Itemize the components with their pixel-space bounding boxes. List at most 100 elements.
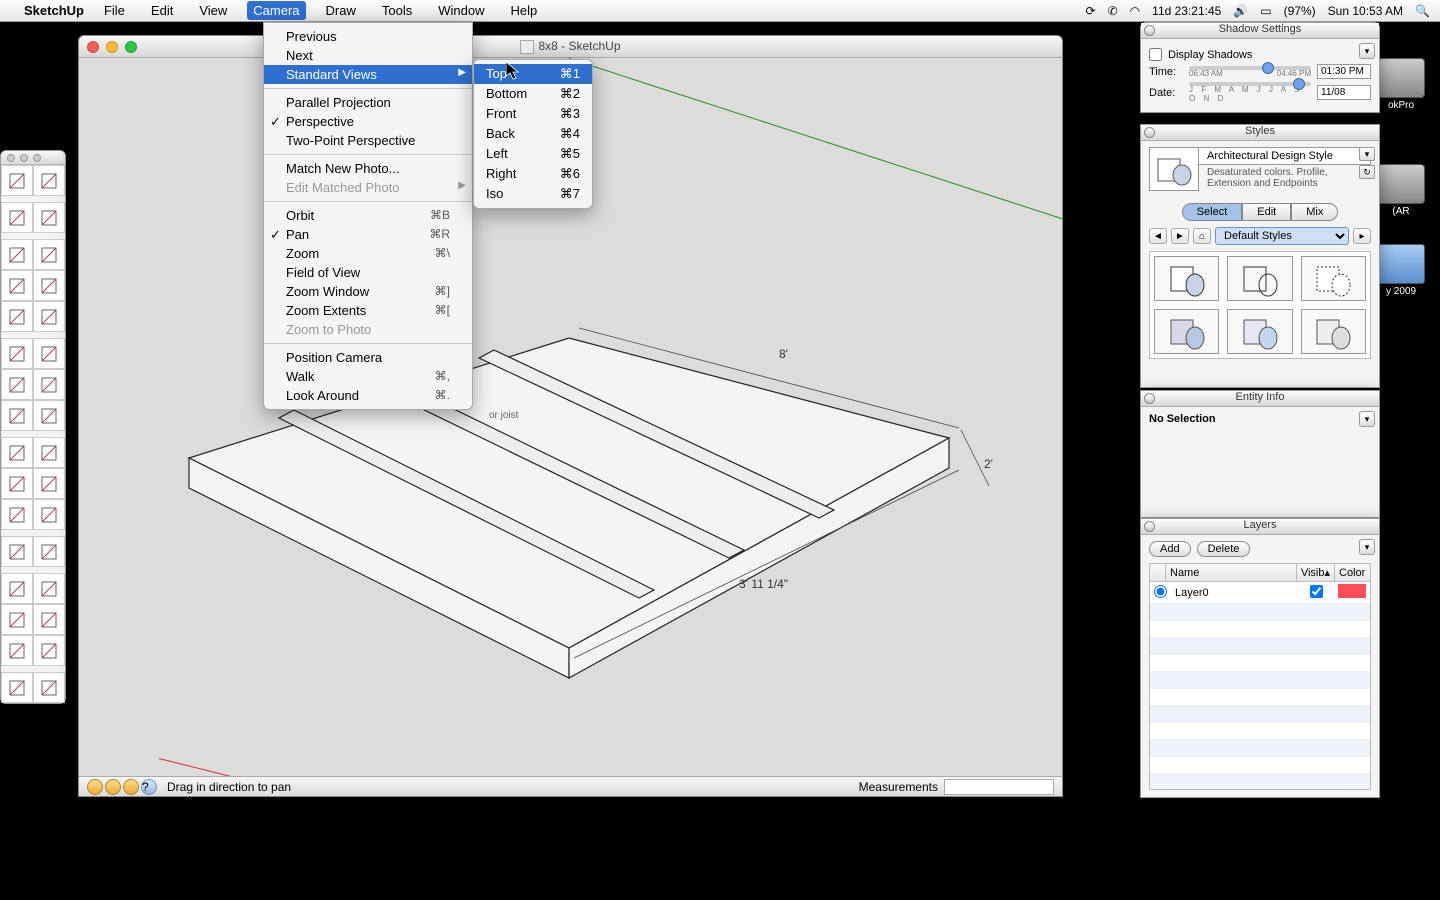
entity-info-panel[interactable]: Entity Info ▾ No Selection — [1140, 390, 1380, 518]
pan-tool[interactable] — [33, 536, 65, 567]
time-value[interactable]: 01:30 PM — [1317, 64, 1371, 79]
look-around-tool[interactable] — [1, 672, 33, 703]
previous-view-tool[interactable] — [33, 604, 65, 635]
offset-tool[interactable] — [33, 400, 65, 431]
zoom-window-button[interactable] — [125, 41, 137, 53]
layers-col-visible[interactable]: Visib▴ — [1296, 564, 1334, 582]
freehand-tool[interactable] — [33, 301, 65, 332]
zoom-extents-tool[interactable] — [1, 604, 33, 635]
polygon-tool[interactable] — [1, 301, 33, 332]
battery-icon[interactable]: ▭ — [1260, 4, 1271, 18]
styles-tab-select[interactable]: Select — [1182, 203, 1243, 221]
paint-bucket-tool[interactable] — [33, 165, 65, 196]
material-tool[interactable] — [33, 202, 65, 233]
line-tool[interactable] — [33, 239, 65, 270]
view-left[interactable]: Left⌘5 — [474, 144, 592, 164]
menu-item-next[interactable]: Next — [264, 46, 472, 65]
position-camera-tool[interactable] — [1, 635, 33, 666]
zoom-window-tool[interactable] — [33, 573, 65, 604]
view-top[interactable]: Top⌘1 — [474, 64, 592, 84]
menu-view[interactable]: View — [193, 1, 233, 20]
collapse-button[interactable] — [1144, 127, 1155, 138]
menu-draw[interactable]: Draw — [320, 1, 362, 20]
zoom-tool[interactable] — [1, 573, 33, 604]
menubar-clock[interactable]: Sun 10:53 AM — [1328, 4, 1403, 18]
collapse-button[interactable] — [1144, 25, 1155, 36]
3dtext-tool[interactable] — [33, 499, 65, 530]
layer-row[interactable]: Layer0 — [1150, 582, 1370, 604]
rectangle-tool[interactable] — [1, 239, 33, 270]
spotlight-icon[interactable]: 🔍 — [1415, 4, 1430, 18]
menu-item-zoom-extents[interactable]: Zoom Extents⌘[ — [264, 301, 472, 320]
instructor-icon[interactable]: ? — [141, 779, 157, 795]
date-value[interactable]: 11/08 — [1317, 85, 1371, 100]
eraser-tool[interactable] — [1, 202, 33, 233]
collapse-button[interactable] — [1144, 393, 1155, 404]
menu-item-previous[interactable]: Previous — [264, 27, 472, 46]
view-iso[interactable]: Iso⌘7 — [474, 184, 592, 204]
phone-icon[interactable]: ✆ — [1108, 4, 1118, 18]
style-thumbnail[interactable] — [1301, 309, 1366, 354]
layers-col-name[interactable]: Name — [1166, 564, 1297, 582]
style-thumbnail[interactable] — [1227, 309, 1292, 354]
menu-item-field-of-view[interactable]: Field of View — [264, 263, 472, 282]
text-tool[interactable] — [33, 468, 65, 499]
styles-panel[interactable]: Styles ▾ ↻ Architectural Design Style De… — [1140, 124, 1380, 388]
layers-col-color[interactable]: Color — [1335, 564, 1371, 582]
close-window-button[interactable] — [87, 41, 99, 53]
view-front[interactable]: Front⌘3 — [474, 104, 592, 124]
styles-tab-mix[interactable]: Mix — [1291, 203, 1338, 221]
layer-delete-button[interactable]: Delete — [1197, 541, 1251, 557]
style-collection-select[interactable]: Default Styles — [1215, 227, 1349, 245]
layer-color-chip[interactable] — [1338, 584, 1366, 598]
menu-item-match-new-photo-[interactable]: Match New Photo... — [264, 159, 472, 178]
style-thumbnail[interactable] — [1154, 309, 1219, 354]
section-plane-tool[interactable] — [33, 672, 65, 703]
arc-tool[interactable] — [33, 270, 65, 301]
layer-active-radio[interactable] — [1154, 585, 1167, 598]
style-thumbnail[interactable] — [1301, 256, 1366, 301]
style-thumbnail[interactable] — [1227, 256, 1292, 301]
menu-help[interactable]: Help — [504, 1, 543, 20]
menu-item-two-point-perspective[interactable]: Two-Point Perspective — [264, 131, 472, 150]
menu-item-position-camera[interactable]: Position Camera — [264, 348, 472, 367]
app-name[interactable]: SketchUp — [24, 3, 84, 18]
disclosure-button[interactable]: ▾ — [1359, 539, 1375, 555]
date-slider[interactable] — [1189, 82, 1311, 86]
pushpull-tool[interactable] — [33, 338, 65, 369]
layer-add-button[interactable]: Add — [1149, 541, 1191, 557]
followme-tool[interactable] — [33, 369, 65, 400]
collapse-button[interactable] — [1144, 521, 1155, 532]
select-tool[interactable] — [1, 165, 33, 196]
menu-file[interactable]: File — [98, 1, 131, 20]
rotate-tool[interactable] — [1, 369, 33, 400]
credits-icon[interactable] — [105, 779, 121, 795]
palette-titlebar[interactable] — [1, 151, 65, 165]
disclosure-button[interactable]: ▾ — [1359, 43, 1375, 59]
style-update-button[interactable]: ↻ — [1359, 165, 1375, 179]
nav-back-button[interactable]: ◄ — [1149, 228, 1167, 244]
measurements-input[interactable] — [944, 779, 1054, 795]
menu-item-walk[interactable]: Walk⌘, — [264, 367, 472, 386]
menu-item-orbit[interactable]: Orbit⌘B — [264, 206, 472, 225]
styles-tab-edit[interactable]: Edit — [1242, 203, 1291, 221]
nav-home-button[interactable]: ⌂ — [1193, 228, 1211, 244]
shadow-settings-panel[interactable]: Shadow Settings ▾ Display Shadows Time: … — [1140, 22, 1380, 113]
dimension-tool[interactable] — [33, 437, 65, 468]
sync-icon[interactable]: ⟳ — [1086, 4, 1096, 18]
wifi-icon[interactable]: ◠ — [1130, 4, 1140, 18]
time-slider[interactable] — [1189, 66, 1311, 70]
view-right[interactable]: Right⌘6 — [474, 164, 592, 184]
menu-tools[interactable]: Tools — [376, 1, 418, 20]
move-tool[interactable] — [1, 338, 33, 369]
view-bottom[interactable]: Bottom⌘2 — [474, 84, 592, 104]
menu-camera[interactable]: Camera — [247, 1, 305, 20]
menu-item-zoom-window[interactable]: Zoom Window⌘] — [264, 282, 472, 301]
style-new-button[interactable]: ▾ — [1359, 147, 1375, 161]
panel-header[interactable]: Shadow Settings — [1141, 23, 1379, 39]
tape-measure-tool[interactable] — [1, 437, 33, 468]
nav-forward-button[interactable]: ► — [1171, 228, 1189, 244]
window-titlebar[interactable]: 8x8 - SketchUp — [79, 36, 1062, 58]
claim-credit-icon[interactable] — [123, 779, 139, 795]
menu-item-standard-views[interactable]: Standard Views▶ — [264, 65, 472, 84]
